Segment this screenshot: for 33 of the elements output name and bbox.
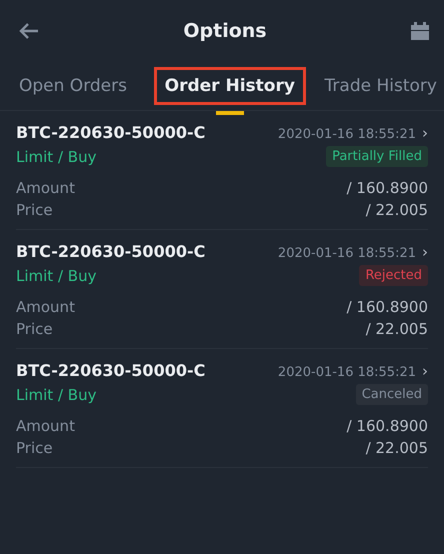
field-label: Price	[16, 439, 53, 457]
order-type: Limit / Buy	[16, 386, 96, 404]
tab[interactable]: Open Orders	[8, 67, 138, 105]
order-time: 2020-01-16 18:55:21	[278, 365, 416, 380]
page-title: Options	[183, 20, 267, 42]
field-label: Price	[16, 201, 53, 219]
field-label: Amount	[16, 298, 75, 316]
field-value: / 22.005	[366, 320, 428, 338]
status-badge: Canceled	[356, 384, 428, 405]
order-time: 2020-01-16 18:55:21	[278, 246, 416, 261]
status-badge: Partially Filled	[326, 146, 428, 167]
field-value: / 22.005	[366, 201, 428, 219]
status-badge: Rejected	[359, 265, 428, 286]
field-value: / 160.8900	[346, 417, 428, 435]
chevron-icon[interactable]: ›	[422, 362, 428, 380]
contract-symbol: BTC-220630-50000-C	[16, 361, 206, 380]
calendar-icon[interactable]	[410, 21, 430, 41]
contract-symbol: BTC-220630-50000-C	[16, 242, 206, 261]
field-value: / 22.005	[366, 439, 428, 457]
order-time: 2020-01-16 18:55:21	[278, 127, 416, 142]
chevron-icon[interactable]: ›	[422, 243, 428, 261]
field-value: / 160.8900	[346, 298, 428, 316]
back-icon[interactable]	[18, 22, 40, 40]
field-label: Amount	[16, 417, 75, 435]
active-tab-indicator	[216, 111, 244, 115]
chevron-icon[interactable]: ›	[422, 124, 428, 142]
field-value: / 160.8900	[346, 179, 428, 197]
field-label: Price	[16, 320, 53, 338]
field-label: Amount	[16, 179, 75, 197]
tab[interactable]: Trade History	[314, 67, 444, 105]
order-type: Limit / Buy	[16, 266, 96, 284]
order-type: Limit / Buy	[16, 148, 96, 166]
contract-symbol: BTC-220630-50000-C	[16, 123, 206, 142]
